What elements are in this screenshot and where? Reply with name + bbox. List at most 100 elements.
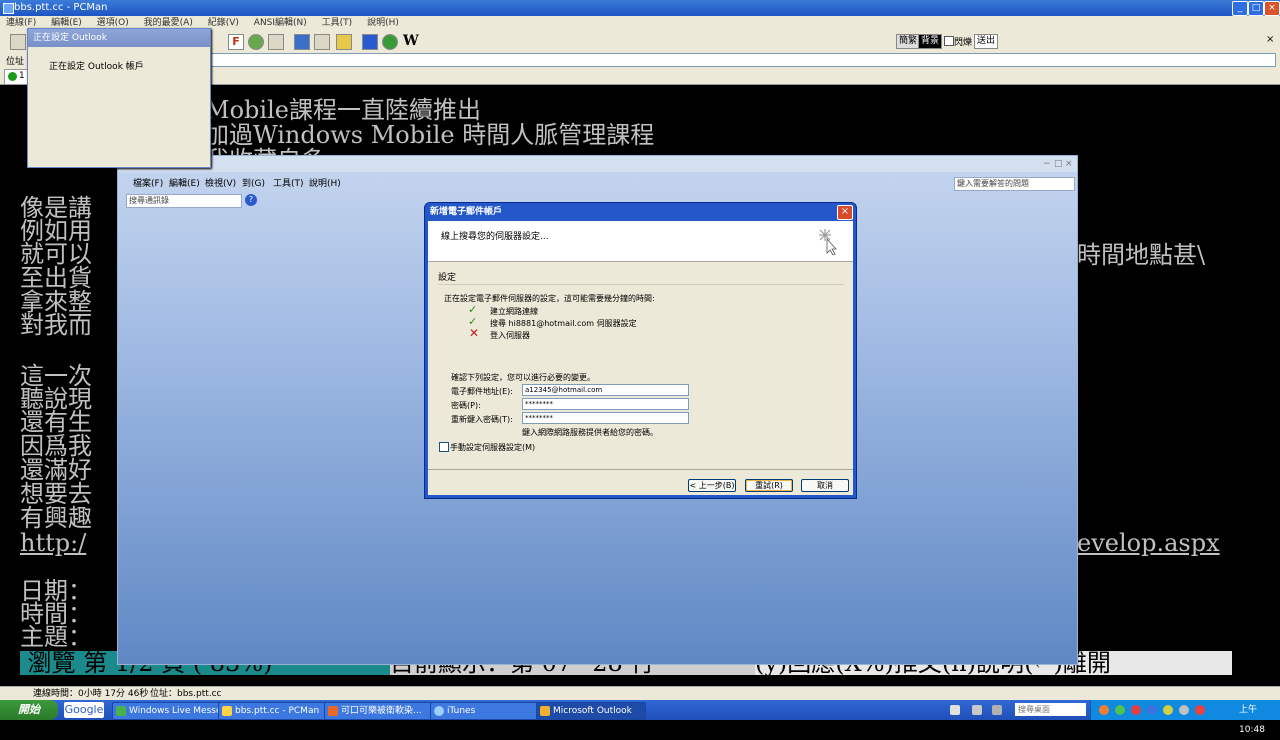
quicklaunch-icon[interactable] xyxy=(972,705,982,715)
tray-icon[interactable] xyxy=(1099,705,1109,715)
task-label: Microsoft Outlook xyxy=(553,706,632,716)
bbs-link[interactable]: http:/ xyxy=(20,531,86,556)
address-book-search[interactable]: 搜尋通訊錄 xyxy=(126,194,242,208)
desktop-search-input[interactable]: 搜尋桌面 xyxy=(1015,703,1086,716)
taskbar: 開始 Google Windows Live Messe... bbs.ptt.… xyxy=(0,700,1280,735)
google-toolbar[interactable]: Google xyxy=(64,702,104,718)
back-button[interactable]: < 上一步(B) xyxy=(688,479,736,492)
pcman-title: bbs.ptt.cc - PCMan xyxy=(14,2,108,13)
configuring-title: 正在設定 Outlook xyxy=(33,33,107,43)
retry-button[interactable]: 重試(R) xyxy=(745,479,793,492)
password-hint: 鍵入網際網路服務提供者給您的密碼。 xyxy=(522,428,658,437)
failed-x-icon: ✕ xyxy=(469,326,480,340)
pcman-titlebar: bbs.ptt.cc - PCMan _ □ × xyxy=(0,0,1280,16)
settings-section-title: 設定 xyxy=(438,273,457,283)
bbs-line-top-2: 加過Windows Mobile 時間人脈管理課程 xyxy=(205,121,655,149)
pcman-app-icon xyxy=(3,3,14,14)
pcman-statusbar: 連線時間：0小時 17分 46秒 位址：bbs.ptt.cc xyxy=(0,686,1280,701)
screen-icon[interactable] xyxy=(268,34,284,50)
new-connection-icon[interactable] xyxy=(10,34,26,50)
menu-ansi[interactable]: ANSI編輯(N) xyxy=(254,18,307,28)
clock: 上午 10:48 xyxy=(1239,705,1265,735)
minimize-button[interactable]: _ xyxy=(1232,1,1248,16)
toolbar-close-icon[interactable]: × xyxy=(1266,34,1274,45)
retype-password-field[interactable]: ******** xyxy=(522,412,689,424)
task-messenger[interactable]: Windows Live Messe... xyxy=(112,702,222,720)
outlook-maximize-icon[interactable]: □ xyxy=(1054,159,1063,169)
menu-options[interactable]: 選項(O) xyxy=(97,18,129,28)
tray-icon[interactable] xyxy=(1195,705,1205,715)
bbs-line: 有興趣 xyxy=(20,504,92,532)
tray-icon[interactable] xyxy=(1147,705,1157,715)
close-button[interactable]: × xyxy=(1264,1,1280,16)
send-out-select[interactable]: 送出 xyxy=(974,34,999,49)
cancel-button[interactable]: 取消 xyxy=(801,479,849,492)
bbs-line-top-1: Mobile課程一直陸續推出 xyxy=(205,96,481,124)
flash-checkbox[interactable] xyxy=(944,36,954,46)
pcman-icon xyxy=(222,706,232,716)
quicklaunch-icon[interactable] xyxy=(950,705,960,715)
tab-connection[interactable]: 1 xyxy=(4,69,28,85)
step-network: 建立網路連線 xyxy=(490,307,538,316)
bbs-line: 對我而 xyxy=(20,311,92,339)
email-label: 電子郵件地址(E): xyxy=(451,387,513,396)
task-label: Windows Live Messe... xyxy=(129,706,222,716)
outlook-menubar: 檔案(F) 編輯(E) 檢視(V) 到(G) 工具(T) 說明(H) xyxy=(118,176,1077,192)
image-icon[interactable] xyxy=(314,34,330,50)
searching-wand-icon xyxy=(819,229,837,255)
outlook-minimize-icon[interactable]: − xyxy=(1043,159,1051,169)
outlook-menu-file[interactable]: 檔案(F) xyxy=(133,176,163,192)
bbs-link-right[interactable]: evelop.aspx xyxy=(1077,531,1220,556)
quicklaunch-icon[interactable] xyxy=(992,705,1002,715)
address-input[interactable] xyxy=(28,53,1276,67)
search-icon[interactable] xyxy=(362,34,378,50)
menu-help[interactable]: 說明(H) xyxy=(367,18,399,28)
retype-password-label: 重新鍵入密碼(T): xyxy=(451,415,513,424)
password-field[interactable]: ******** xyxy=(522,398,689,410)
email-field[interactable]: a12345@hotmail.com xyxy=(522,384,689,396)
outlook-menu-tools[interactable]: 工具(T) xyxy=(273,176,304,192)
tab-label: 1 xyxy=(19,71,25,81)
tray-icon[interactable] xyxy=(1179,705,1189,715)
menu-edit[interactable]: 編輯(E) xyxy=(51,18,82,28)
task-pcman[interactable]: bbs.ptt.cc - PCMan xyxy=(218,702,328,720)
background-toggle[interactable]: 背景 xyxy=(918,34,943,49)
outlook-menu-view[interactable]: 檢視(V) xyxy=(205,176,236,192)
add-email-account-dialog: 新增電子郵件帳戶 × 線上搜尋您的伺服器設定... 設定 正在設定電子郵件伺服器… xyxy=(424,202,857,499)
maximize-button[interactable]: □ xyxy=(1248,1,1264,16)
messenger-icon xyxy=(116,706,126,716)
button-divider xyxy=(428,469,853,470)
help-icon[interactable]: ? xyxy=(245,194,257,206)
help-question-input[interactable]: 鍵入需要解答的問題 xyxy=(954,177,1075,191)
task-outlook[interactable]: Microsoft Outlook xyxy=(536,702,646,720)
task-itunes[interactable]: iTunes xyxy=(430,702,540,720)
window-icon[interactable] xyxy=(294,34,310,50)
menu-favorites[interactable]: 我的最愛(A) xyxy=(144,18,193,28)
dialog-title: 新增電子郵件帳戶 xyxy=(430,207,503,217)
menu-tools[interactable]: 工具(T) xyxy=(322,18,353,28)
tray-icon[interactable] xyxy=(1115,705,1125,715)
dialog-header: 線上搜尋您的伺服器設定... xyxy=(428,221,853,262)
tray-icon[interactable] xyxy=(1163,705,1173,715)
task-news[interactable]: 可口可樂被衛軟染... xyxy=(324,702,434,720)
gear-icon[interactable] xyxy=(248,34,264,50)
bbs-fragment-right: 時間地點甚\ xyxy=(1077,241,1206,269)
font-icon[interactable]: F xyxy=(228,34,244,50)
manual-setup-checkbox[interactable] xyxy=(439,442,449,452)
menu-log[interactable]: 紀錄(V) xyxy=(208,18,239,28)
lock-icon[interactable] xyxy=(336,34,352,50)
dialog-close-button[interactable]: × xyxy=(837,205,853,220)
outlook-menu-edit[interactable]: 編輯(E) xyxy=(169,176,200,192)
star-icon[interactable] xyxy=(382,34,398,50)
outlook-close-icon[interactable]: × xyxy=(1065,159,1073,169)
connected-icon xyxy=(8,72,17,81)
outlook-menu-go[interactable]: 到(G) xyxy=(242,176,265,192)
simplified-toggle[interactable]: 簡繁 xyxy=(896,34,921,49)
dialog-header-text: 線上搜尋您的伺服器設定... xyxy=(441,232,549,242)
start-button[interactable]: 開始 xyxy=(0,700,58,720)
section-divider xyxy=(438,284,844,285)
wikipedia-icon[interactable]: W xyxy=(403,33,419,49)
outlook-menu-help[interactable]: 說明(H) xyxy=(309,176,341,192)
menu-connect[interactable]: 連線(F) xyxy=(6,18,36,28)
tray-icon[interactable] xyxy=(1131,705,1141,715)
